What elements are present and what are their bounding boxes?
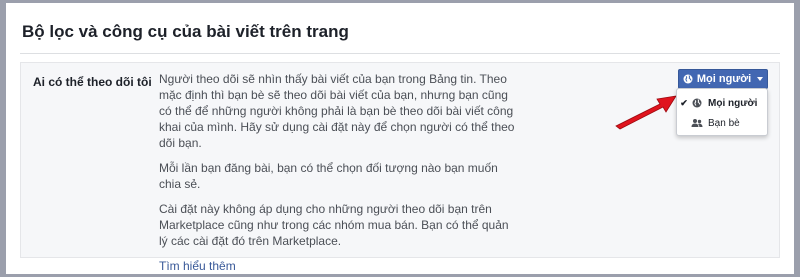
globe-icon (683, 74, 693, 84)
description-paragraph: Cài đặt này không áp dụng cho những ngườ… (159, 202, 509, 248)
menu-item-label: Bạn bè (708, 117, 740, 129)
audience-dropdown-button[interactable]: Mọi người (678, 69, 768, 89)
checkmark-icon: ✔ (680, 97, 688, 108)
description-paragraph: Mỗi lần bạn đăng bài, bạn có thể chọn đố… (159, 161, 498, 191)
title-divider (20, 53, 780, 54)
menu-item-friends[interactable]: Bạn bè (677, 114, 767, 132)
friends-icon (691, 119, 703, 127)
dropdown-selected-label: Mọi người (696, 73, 752, 85)
audience-dropdown-menu: ✔ Mọi người Bạn bè (676, 88, 768, 136)
chevron-down-icon (757, 77, 764, 81)
red-arrow-icon (615, 95, 677, 130)
menu-item-label: Mọi người (708, 97, 758, 109)
setting-description: Người theo dõi sẽ nhìn thấy bài viết của… (159, 71, 519, 274)
globe-icon (692, 98, 702, 108)
section-title: Bộ lọc và công cụ của bài viết trên tran… (22, 22, 349, 41)
learn-more-link[interactable]: Tìm hiểu thêm (159, 259, 236, 273)
menu-item-everyone[interactable]: ✔ Mọi người (677, 94, 767, 112)
description-paragraph: Người theo dõi sẽ nhìn thấy bài viết của… (159, 72, 515, 150)
setting-label: Ai có thể theo dõi tôi (33, 75, 152, 89)
